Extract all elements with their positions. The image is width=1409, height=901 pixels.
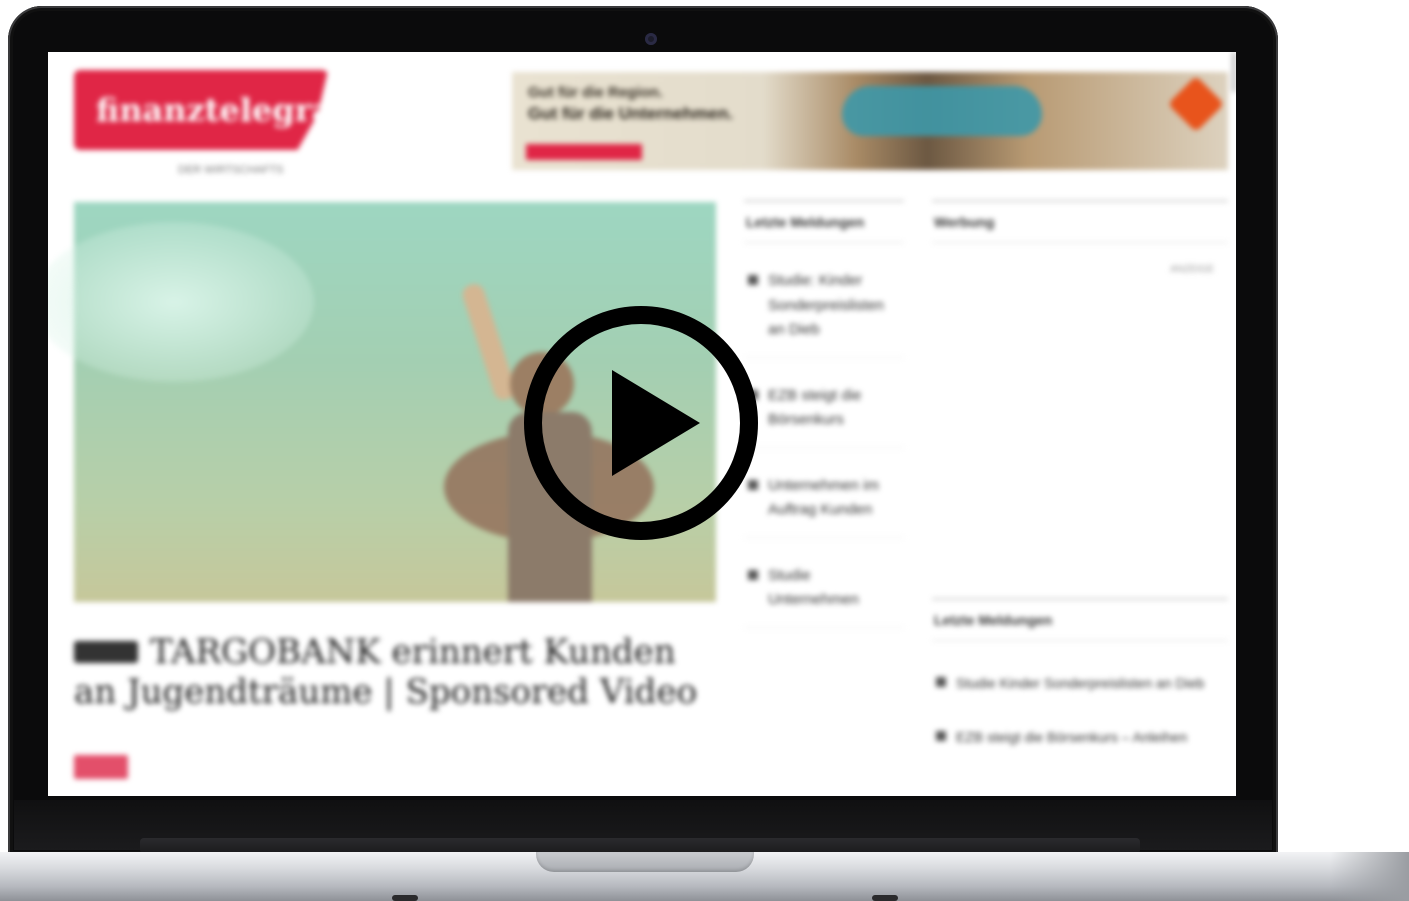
scrollbar[interactable] (1232, 52, 1236, 92)
banner-line2: Gut für die Unternehmen. (528, 104, 733, 123)
list-item[interactable]: EZB steigt die Börsenkurs (744, 384, 904, 448)
site-logo[interactable]: finanztelegraph (74, 70, 328, 150)
banner-mask-image (842, 86, 1042, 136)
list-item[interactable]: Studie Kinder Sonderpreislisten an Dieb (932, 671, 1228, 695)
story-text: Studie Kinder Sonderpreislisten an Dieb (956, 675, 1205, 691)
story-text: Studie: Kinder Sonderpreislisten an Dieb (768, 272, 884, 338)
banner-line1: Gut für die Region. (528, 84, 663, 101)
section-title: Letzte Meldungen (744, 200, 904, 243)
article-headline[interactable]: TARGOBANK erinnert Kunden an Jugendträum… (74, 632, 714, 712)
bank-logo-icon (1167, 75, 1225, 133)
banner-cta-button[interactable] (526, 144, 642, 160)
laptop-foot (872, 895, 898, 901)
latest-news-lower: Letzte Meldungen Studie Kinder Sonderpre… (932, 598, 1228, 749)
ad-label: ANZEIGE (1170, 264, 1214, 275)
play-button[interactable] (524, 306, 758, 540)
laptop-foot (392, 895, 418, 901)
ad-column: Werbung ANZEIGE (932, 200, 1228, 275)
laptop-screen: finanztelegraph DER WIRTSCHAFTS Gut für … (48, 52, 1236, 796)
story-text: EZB steigt die Börsenkurs (768, 386, 862, 429)
list-item[interactable]: Unternehmen im Auftrag Kunden (744, 474, 904, 538)
story-text: Unternehmen im Auftrag Kunden (768, 476, 879, 519)
latest-news-column: Letzte Meldungen Studie: Kinder Sonderpr… (744, 200, 904, 628)
section-title: Werbung (932, 200, 1228, 243)
teaser-tag-badge (74, 755, 128, 779)
webcam-icon (645, 33, 657, 45)
article-kicker-badge (74, 641, 138, 663)
list-item[interactable]: Studie Unternehmen (744, 564, 904, 628)
story-text: Studie Unternehmen (768, 566, 859, 609)
story-text: EZB steigt die Börsenkurs – Anleihen (956, 729, 1188, 745)
bullet-icon (936, 731, 946, 741)
logo-tagline: DER WIRTSCHAFTS (178, 164, 284, 176)
section-title: Letzte Meldungen (932, 598, 1228, 641)
bullet-icon (748, 275, 758, 285)
list-item[interactable]: EZB steigt die Börsenkurs – Anleihen (932, 725, 1228, 749)
ad-banner[interactable]: Gut für die Region. Gut für die Unterneh… (512, 72, 1228, 170)
bullet-icon (936, 677, 946, 687)
bullet-icon (748, 569, 758, 580)
hero-glow (48, 222, 314, 382)
list-item[interactable]: Studie: Kinder Sonderpreislisten an Dieb (744, 269, 904, 358)
laptop-notch (536, 852, 754, 872)
play-icon (612, 370, 700, 476)
logo-text: finanztelegraph (96, 91, 378, 129)
bullet-icon (748, 479, 758, 490)
